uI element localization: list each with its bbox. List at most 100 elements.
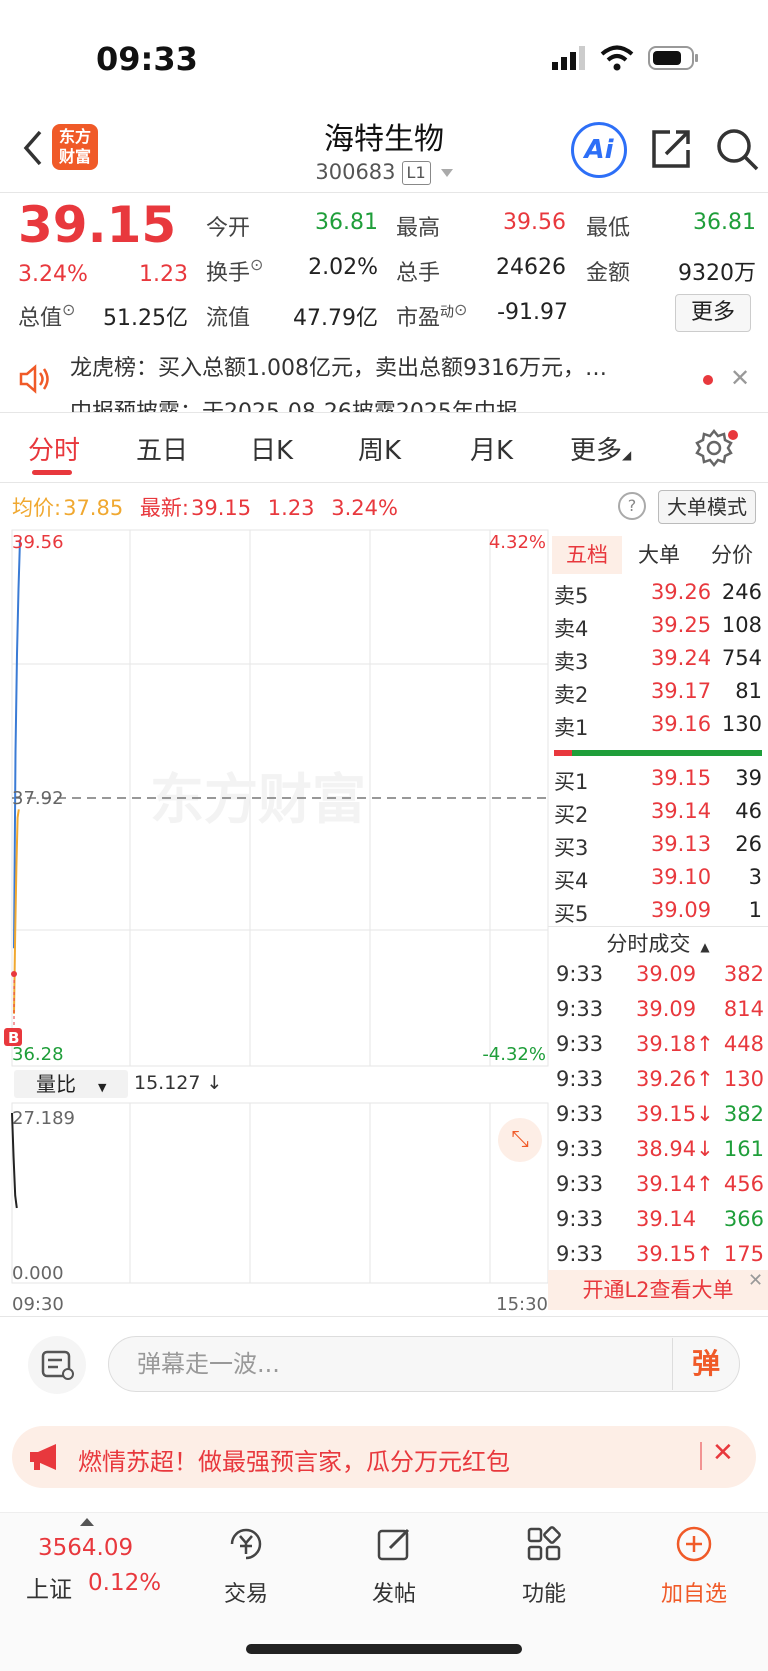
volume-value: 24626 [496, 255, 566, 280]
ask-row[interactable]: 卖2 39.17 81 [554, 679, 762, 711]
last-pct: 3.24% [331, 496, 398, 520]
trade-row: 9:33 39.15↓ 382 [556, 1102, 764, 1126]
ask-row[interactable]: 卖3 39.24 754 [554, 646, 762, 678]
last-value: 39.15 [190, 496, 252, 520]
close-icon[interactable]: ✕ [748, 1270, 763, 1291]
promo-text[interactable]: 燃情苏超！做最强预言家，瓜分万元红包 [78, 1442, 510, 1477]
chevron-up-icon[interactable] [80, 1518, 94, 1526]
change-percent: 3.24% [18, 262, 88, 287]
help-icon[interactable]: ? [618, 492, 646, 520]
float-value: 47.79亿 [293, 306, 378, 331]
low-value: 36.81 [693, 210, 756, 235]
bid-ask-ratio-bar [554, 750, 762, 756]
big-order-mode-button[interactable]: 大单模式 [658, 490, 756, 524]
bid-row[interactable]: 买1 39.15 39 [554, 766, 762, 798]
nav-trade[interactable]: 交易 [196, 1520, 296, 1608]
turnover-label: 换手⊙ [206, 255, 264, 286]
ask-row[interactable]: 卖5 39.26 246 [554, 580, 762, 612]
turnover-value: 2.02% [308, 255, 378, 280]
tab-five-levels[interactable]: 五档 [552, 536, 622, 574]
expand-icon[interactable]: ⤡ [498, 1118, 542, 1162]
volume-label: 总手 [396, 261, 441, 286]
trade-row: 9:33 38.94↓ 161 [556, 1137, 764, 1161]
news-line[interactable]: 中报预披露：于2025-08-26披露2025年中报 [70, 394, 680, 412]
more-dots-icon: ⊙ [62, 300, 76, 319]
tab-price-distribution[interactable]: 分价 [696, 536, 768, 574]
divider [0, 1316, 768, 1317]
stock-code: 300683 [315, 160, 396, 184]
tab-fenshi[interactable]: 分时 [28, 430, 80, 467]
close-icon[interactable]: ✕ [730, 364, 750, 392]
more-dots-icon: ⊙ [454, 300, 468, 319]
vr-bottom-label: 0.000 [12, 1263, 64, 1284]
tab-zhouk[interactable]: 周K [358, 430, 401, 467]
high-label: 最高 [396, 216, 441, 241]
orderbook-tabs: 五档 大单 分价 [552, 536, 768, 574]
bid-row[interactable]: 买3 39.13 26 [554, 832, 762, 864]
tab-indicator [32, 470, 72, 475]
l2-upgrade-banner[interactable]: 开通L2查看大单 [548, 1270, 768, 1310]
tab-yuek[interactable]: 月K [470, 430, 513, 467]
tab-rik[interactable]: 日K [250, 430, 293, 467]
y-mid-label: 37.92 [12, 788, 64, 809]
tab-big-orders[interactable]: 大单 [624, 536, 694, 574]
chevron-down-icon [440, 169, 453, 177]
index-percent[interactable]: 0.12% [88, 1570, 161, 1596]
danmu-send-button[interactable]: 弹 [672, 1338, 739, 1390]
mcap-label: 总值⊙ [18, 300, 76, 331]
tab-wuri[interactable]: 五日 [136, 430, 188, 467]
unread-dot [703, 375, 713, 385]
signal-icon [552, 46, 585, 70]
danmu-input[interactable]: 弹幕走一波... [108, 1336, 740, 1392]
trade-row: 9:33 39.26↑ 130 [556, 1067, 764, 1091]
trade-row: 9:33 39.18↑ 448 [556, 1032, 764, 1056]
nav-add-watchlist[interactable]: 加自选 [644, 1520, 744, 1608]
y-bottom-label: 36.28 [12, 1044, 64, 1065]
more-dots-icon: ⊙ [250, 255, 264, 274]
divider [548, 926, 768, 927]
buy-marker-dot [11, 971, 17, 977]
chevron-down-icon: ▼ [98, 1081, 107, 1094]
trade-row: 9:33 39.09 382 [556, 962, 764, 986]
close-icon[interactable]: ✕ [712, 1438, 734, 1468]
x-start-label: 09:30 [12, 1294, 64, 1315]
x-end-label: 15:30 [496, 1294, 548, 1315]
trade-icon [230, 1528, 262, 1560]
ask-row[interactable]: 卖1 39.16 130 [554, 712, 762, 744]
index-value[interactable]: 3564.09 [38, 1535, 133, 1561]
divider [0, 192, 768, 193]
danmu-settings-icon[interactable] [28, 1336, 86, 1394]
current-price: 39.15 [18, 196, 177, 254]
last-label: 最新: [139, 496, 189, 520]
notification-dot [728, 430, 738, 440]
battery-icon [648, 46, 698, 70]
nav-post[interactable]: 发帖 [344, 1520, 444, 1608]
bid-row[interactable]: 买2 39.14 46 [554, 799, 762, 831]
pct-top-label: 4.32% [489, 532, 546, 553]
share-icon[interactable] [648, 126, 694, 172]
volume-ratio-selector[interactable]: 量比 ▼ [14, 1070, 128, 1098]
intraday-chart[interactable]: 东方财富 B 39.56 37.92 36.28 4.32% -4.32% 27… [0, 528, 552, 1318]
low-label: 最低 [586, 216, 631, 241]
ask-row[interactable]: 卖4 39.25 108 [554, 613, 762, 645]
trade-row: 9:33 39.14↑ 456 [556, 1172, 764, 1196]
add-circle-icon [676, 1526, 712, 1562]
float-label: 流值 [206, 306, 251, 331]
index-name[interactable]: 上证 [26, 1570, 72, 1604]
bid-row[interactable]: 买4 39.10 3 [554, 865, 762, 897]
status-time: 09:33 [96, 40, 198, 78]
avg-label: 均价: [12, 496, 62, 520]
last-change: 1.23 [267, 496, 315, 520]
open-label: 今开 [206, 216, 251, 241]
vr-top-label: 27.189 [12, 1108, 75, 1129]
tab-more[interactable]: 更多◢ [570, 430, 631, 467]
trades-header[interactable]: 分时成交 ▲ [548, 928, 768, 958]
news-line[interactable]: 龙虎榜：买入总额1.008亿元，卖出总额9316万元，… [70, 350, 680, 382]
search-icon[interactable] [714, 126, 760, 172]
ai-button[interactable]: Ai [571, 122, 627, 178]
amount-value: 9320万 [678, 261, 756, 286]
home-indicator[interactable] [246, 1644, 522, 1654]
more-button[interactable]: 更多 [675, 294, 751, 332]
chevron-down-icon: ◢ [622, 448, 632, 462]
nav-functions[interactable]: 功能 [494, 1520, 594, 1608]
